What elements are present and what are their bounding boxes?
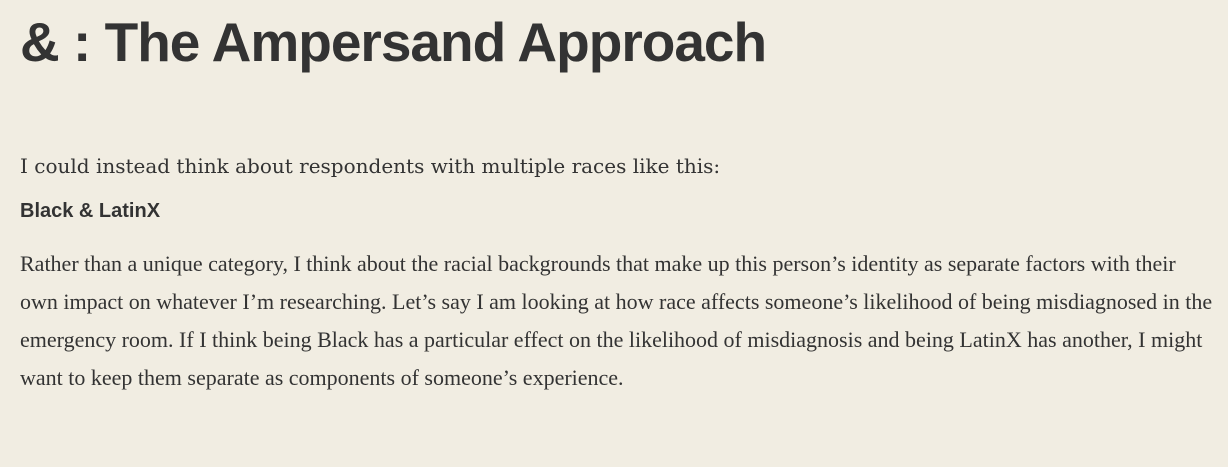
body-paragraph: Rather than a unique category, I think a… — [20, 251, 1213, 390]
intro-paragraph: I could instead think about respondents … — [20, 154, 721, 178]
section-heading: & : The Ampersand Approach — [20, 11, 767, 73]
article-page: & : The Ampersand Approach I could inste… — [0, 0, 1228, 467]
example-subheading: Black & LatinX — [20, 200, 161, 222]
